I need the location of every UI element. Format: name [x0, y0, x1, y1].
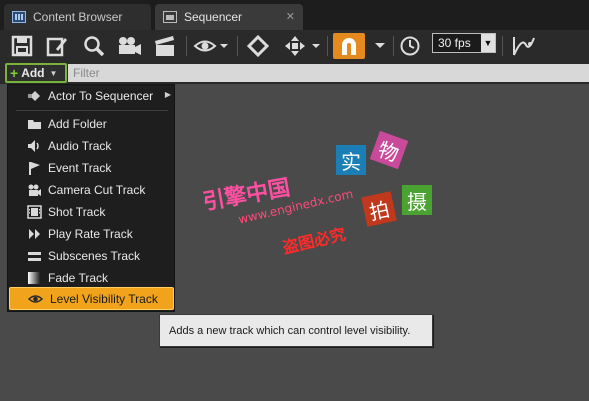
find-icon	[84, 36, 105, 57]
view-options-button[interactable]	[192, 33, 230, 59]
actor-icon	[28, 91, 40, 101]
menu-item-level-visibility-track[interactable]: Level Visibility Track	[9, 287, 174, 310]
filter-input[interactable]	[68, 64, 589, 82]
time-settings-button[interactable]	[398, 33, 422, 59]
menu-item-label: Subscenes Track	[48, 249, 141, 263]
toolbar-divider	[502, 36, 503, 56]
menu-item-add-folder[interactable]: Add Folder	[8, 113, 174, 135]
menu-item-label: Play Rate Track	[48, 227, 133, 241]
clock-icon	[400, 36, 420, 56]
menu-item-label: Shot Track	[48, 205, 106, 219]
fps-select[interactable]: 30 fps ▼	[432, 33, 496, 53]
save-icon	[11, 35, 33, 57]
curve-editor-button[interactable]	[508, 33, 538, 59]
watermark-char: 实	[336, 145, 366, 175]
sequencer-toolbar	[0, 30, 589, 62]
snap-options-dropdown[interactable]	[372, 33, 388, 59]
speaker-icon	[28, 140, 39, 152]
tab-label: Sequencer	[184, 10, 243, 24]
folder-icon	[28, 120, 41, 129]
snap-magnet-icon	[342, 38, 356, 55]
chevron-right-icon: ▶	[164, 90, 171, 99]
watermark-char: 摄	[402, 185, 432, 215]
menu-item-label: Add Folder	[48, 117, 107, 131]
chevron-down-icon	[375, 43, 385, 48]
menu-item-fade-track[interactable]: Fade Track	[8, 267, 174, 289]
menu-item-label: Camera Cut Track	[48, 183, 146, 197]
menu-item-label: Fade Track	[48, 271, 109, 285]
find-button[interactable]	[81, 33, 107, 59]
add-button-label: Add	[21, 66, 45, 80]
content-browser-icon	[12, 11, 26, 23]
watermark-char: 物	[369, 130, 409, 170]
menu-item-label: Level Visibility Track	[50, 292, 158, 306]
key-icon	[246, 35, 270, 57]
watermark-subtitle: 盗图必究	[280, 224, 348, 258]
render-movie-icon	[155, 36, 174, 56]
menu-item-label: Audio Track	[48, 139, 112, 153]
fps-value: 30 fps	[438, 36, 471, 50]
menu-item-actor-to-sequencer[interactable]: Actor To Sequencer ▶	[8, 85, 174, 107]
menu-item-camera-cut-track[interactable]: Camera Cut Track	[8, 179, 174, 201]
add-button[interactable]: + Add ▼	[5, 63, 67, 83]
curve-editor-icon	[513, 37, 535, 56]
toolbar-divider	[237, 36, 238, 56]
subscenes-icon	[28, 252, 41, 261]
camera-button[interactable]	[115, 33, 143, 59]
eye-icon	[28, 295, 43, 303]
snap-toggle-button[interactable]	[333, 33, 365, 59]
tooltip-text: Adds a new track which can control level…	[169, 324, 411, 337]
menu-item-shot-track[interactable]: Shot Track	[8, 201, 174, 223]
toolbar-divider	[186, 36, 187, 56]
camera-cut-icon	[28, 184, 41, 196]
save-button[interactable]	[9, 33, 35, 59]
menu-item-audio-track[interactable]: Audio Track	[8, 135, 174, 157]
menu-item-label: Event Track	[48, 161, 112, 175]
close-icon[interactable]: ✕	[286, 10, 295, 23]
view-options-icon	[193, 40, 228, 52]
menu-item-event-track[interactable]: Event Track	[8, 157, 174, 179]
watermark-char: 拍	[361, 191, 397, 227]
save-as-button[interactable]	[44, 33, 70, 59]
flag-icon	[29, 162, 40, 175]
save-as-icon	[46, 37, 67, 57]
toolbar-divider	[327, 36, 328, 56]
transform-icon	[285, 36, 320, 56]
plus-icon: +	[10, 65, 19, 81]
render-movie-button[interactable]	[151, 33, 179, 59]
menu-divider	[16, 110, 168, 111]
fade-icon	[28, 272, 40, 284]
filter-row: + Add ▼	[0, 62, 589, 84]
chevron-down-icon: ▼	[481, 34, 495, 52]
toolbar-divider	[393, 36, 394, 56]
menu-item-play-rate-track[interactable]: Play Rate Track	[8, 223, 174, 245]
tab-content-browser[interactable]: Content Browser	[4, 4, 151, 30]
sequencer-icon	[163, 11, 177, 23]
menu-item-label: Actor To Sequencer	[48, 89, 154, 103]
add-key-button[interactable]	[244, 33, 272, 59]
film-icon	[27, 205, 42, 219]
tab-label: Content Browser	[33, 10, 123, 24]
play-rate-icon	[29, 229, 40, 239]
add-track-menu: Actor To Sequencer ▶ Add Folder Audio Tr…	[7, 84, 175, 312]
tooltip: Adds a new track which can control level…	[159, 314, 433, 347]
camera-icon	[119, 37, 141, 55]
tab-sequencer[interactable]: Sequencer ✕	[155, 4, 303, 30]
chevron-down-icon: ▼	[49, 68, 58, 78]
transform-button[interactable]	[282, 33, 322, 59]
menu-item-subscenes-track[interactable]: Subscenes Track	[8, 245, 174, 267]
tab-bar: Content Browser Sequencer ✕	[0, 0, 589, 30]
